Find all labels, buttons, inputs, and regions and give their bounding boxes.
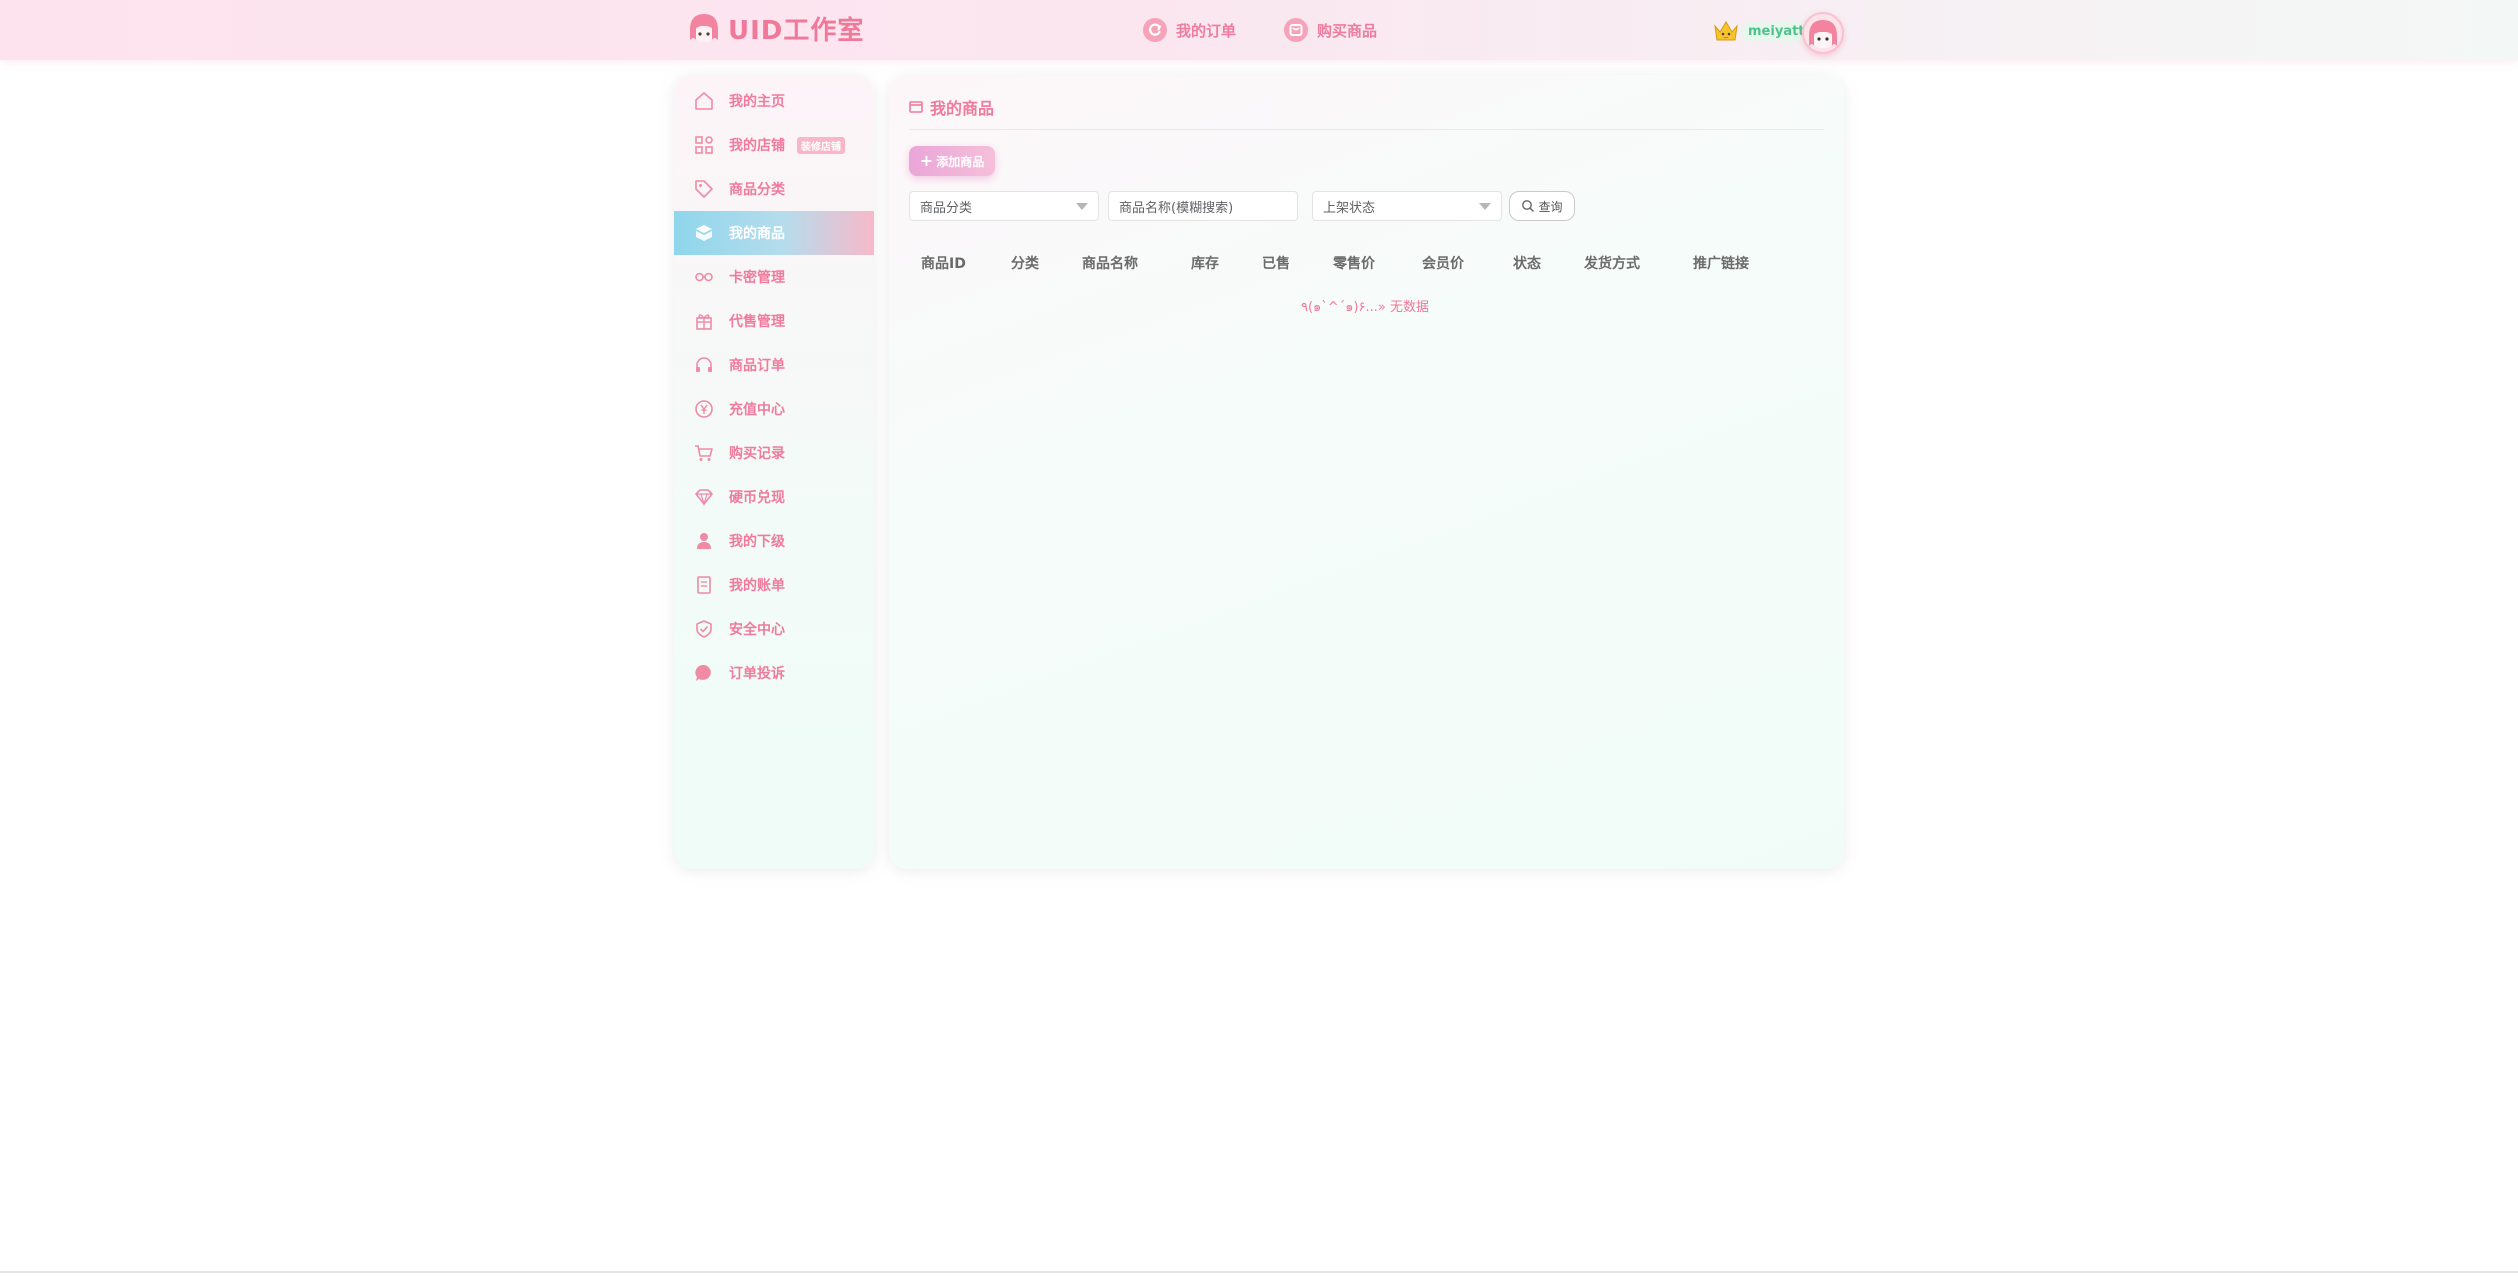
bottom-divider	[0, 1271, 2518, 1273]
column-header-promo-link[interactable]: 推广链接	[1693, 253, 1749, 273]
brand-logo-link[interactable]: UID工作室	[686, 8, 864, 48]
sidebar-item-goods-orders[interactable]: 商品订单	[674, 343, 874, 387]
sidebar-item-home[interactable]: 我的主页	[674, 79, 874, 123]
refresh-circle-icon	[1143, 18, 1167, 42]
sidebar-item-label: 代售管理	[729, 314, 785, 330]
brand-name: UID工作室	[728, 15, 865, 46]
sidebar-item-complaints[interactable]: 订单投诉	[674, 651, 874, 695]
sidebar-item-label: 我的商品	[729, 226, 785, 242]
title-divider	[909, 129, 1824, 130]
sidebar-item-purchase-history[interactable]: 购买记录	[674, 431, 874, 475]
query-button[interactable]: 查询	[1509, 191, 1575, 221]
search-icon	[1522, 200, 1535, 212]
chevron-down-icon	[1076, 203, 1088, 210]
page-title: 我的商品	[909, 95, 994, 119]
column-header-stock[interactable]: 库存	[1191, 253, 1219, 273]
sidebar-item-label: 我的下级	[729, 534, 785, 550]
column-header-delivery-method[interactable]: 发货方式	[1584, 253, 1640, 273]
category-select-placeholder: 商品分类	[920, 200, 973, 216]
sidebar-item-label: 购买记录	[729, 446, 785, 462]
goods-name-search-input[interactable]: 商品名称(模糊搜索)	[1108, 191, 1298, 221]
sidebar-item-label: 商品分类	[729, 182, 785, 198]
nav-my-orders-label: 我的订单	[1176, 21, 1237, 40]
page-title-text: 我的商品	[930, 99, 995, 118]
add-goods-label: 添加商品	[936, 154, 985, 169]
category-select[interactable]: 商品分类	[909, 191, 1099, 221]
sidebar-item-label: 我的账单	[729, 578, 785, 594]
column-header-status[interactable]: 状态	[1513, 253, 1541, 273]
girl-avatar-logo-icon	[690, 14, 718, 42]
sidebar-item-label: 订单投诉	[729, 666, 785, 682]
sidebar-item-label: 我的店铺	[729, 138, 785, 154]
bill-icon	[694, 575, 714, 595]
listing-status-select[interactable]: 上架状态	[1312, 191, 1502, 221]
home-icon	[694, 91, 714, 111]
column-header-goods-name[interactable]: 商品名称	[1082, 253, 1138, 273]
avatar-icon	[1809, 20, 1837, 48]
nav-buy-goods-label: 购买商品	[1317, 21, 1378, 40]
sidebar-item-subordinates[interactable]: 我的下级	[674, 519, 874, 563]
top-header: UID工作室 我的订单 购买商品 meiyatt	[0, 0, 2518, 60]
sidebar-item-my-goods[interactable]: 我的商品	[674, 211, 874, 255]
cart-icon	[694, 443, 714, 463]
user-avatar[interactable]	[1802, 12, 1844, 54]
goods-name-placeholder: 商品名称(模糊搜索)	[1119, 200, 1234, 216]
chat-bubble-icon	[694, 663, 714, 683]
sidebar-item-label: 充值中心	[729, 402, 785, 418]
sidebar-item-consignment[interactable]: 代售管理	[674, 299, 874, 343]
listing-status-placeholder: 上架状态	[1323, 200, 1376, 216]
diamond-icon	[694, 487, 714, 507]
username: meiyatt	[1742, 21, 1811, 41]
sidebar-item-bills[interactable]: 我的账单	[674, 563, 874, 607]
sidebar-item-category[interactable]: 商品分类	[674, 167, 874, 211]
window-icon	[909, 101, 923, 113]
yen-circle-icon	[694, 399, 714, 419]
sidebar-item-recharge[interactable]: 充值中心	[674, 387, 874, 431]
sidebar-item-label: 我的主页	[729, 94, 785, 110]
column-header-goods-id[interactable]: 商品ID	[921, 253, 966, 273]
sidebar-item-label: 商品订单	[729, 358, 785, 374]
sidebar: 我的主页 我的店铺 装修店铺 商品分类 我的商品 卡密管理 代售管理 商品订单 …	[674, 75, 874, 869]
column-header-retail-price[interactable]: 零售价	[1333, 253, 1375, 273]
sidebar-item-label: 卡密管理	[729, 270, 785, 286]
query-button-label: 查询	[1538, 199, 1563, 214]
gift-icon	[694, 311, 714, 331]
sidebar-item-coin-redeem[interactable]: 硬币兑现	[674, 475, 874, 519]
nav-buy-goods[interactable]: 购买商品	[1283, 14, 1377, 46]
sidebar-item-label: 安全中心	[729, 622, 785, 638]
key-link-icon	[694, 267, 714, 287]
decorate-shop-badge[interactable]: 装修店铺	[797, 136, 845, 154]
sidebar-item-label: 硬币兑现	[729, 490, 785, 506]
sidebar-item-security[interactable]: 安全中心	[674, 607, 874, 651]
main-panel: 我的商品 + 添加商品 商品分类 商品名称(模糊搜索) 上架状态 查询 商品ID…	[889, 75, 1844, 869]
sidebar-item-card-keys[interactable]: 卡密管理	[674, 255, 874, 299]
chevron-down-icon	[1479, 203, 1491, 210]
plus-icon: +	[919, 151, 934, 170]
tag-icon	[694, 179, 714, 199]
empty-state-text: ٩(๑`^´๑)۶...» 无数据	[1301, 300, 1429, 315]
column-header-category[interactable]: 分类	[1011, 253, 1039, 273]
shop-bag-icon	[1284, 18, 1308, 42]
shop-grid-icon	[694, 135, 714, 155]
sidebar-item-my-shop[interactable]: 我的店铺 装修店铺	[674, 123, 874, 167]
user-box[interactable]: meiyatt	[1712, 16, 1811, 46]
column-header-sold[interactable]: 已售	[1262, 253, 1290, 273]
headset-icon	[694, 355, 714, 375]
shield-check-icon	[694, 619, 714, 639]
user-icon	[694, 531, 714, 551]
nav-my-orders[interactable]: 我的订单	[1142, 14, 1236, 46]
column-header-member-price[interactable]: 会员价	[1422, 253, 1464, 273]
cube-icon	[694, 223, 714, 243]
add-goods-button[interactable]: + 添加商品	[909, 146, 995, 176]
crown-icon	[1714, 21, 1738, 41]
